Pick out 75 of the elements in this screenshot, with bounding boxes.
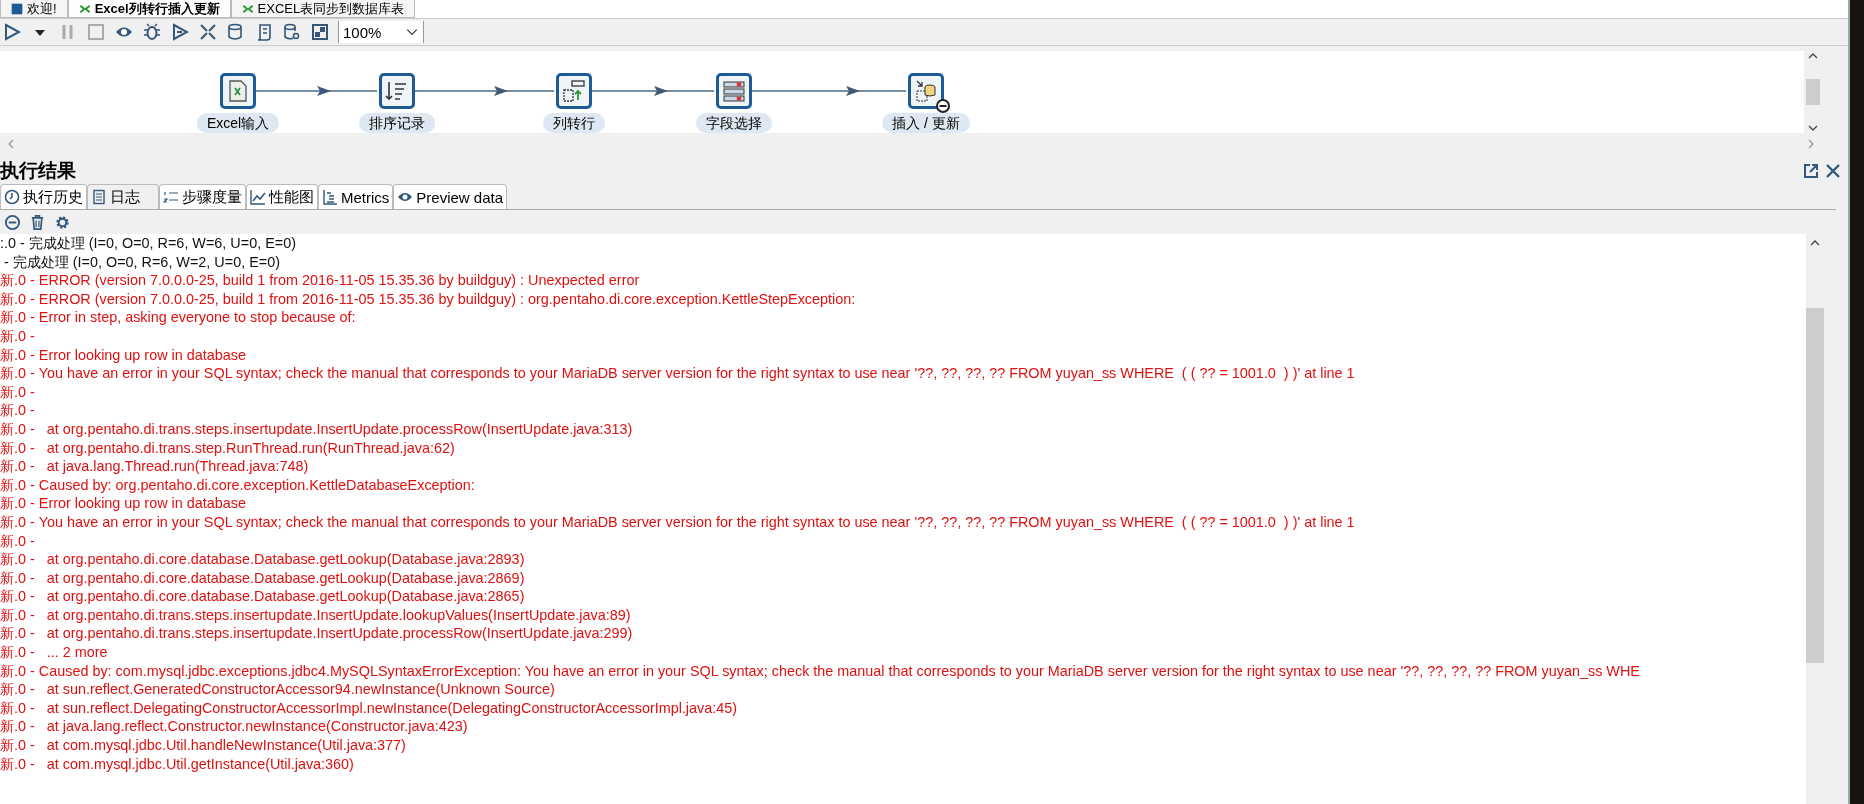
log-line: 新.0 - at java.lang.Thread.run(Thread.java:748) bbox=[0, 457, 310, 476]
close-icon[interactable] bbox=[1824, 162, 1842, 180]
trash-icon[interactable] bbox=[29, 213, 46, 231]
log-line: 新.0 - Caused by: org.pentaho.di.core.exception.KettleDatabaseException: bbox=[0, 475, 476, 495]
step-icon bbox=[914, 79, 938, 103]
zoom-dropdown[interactable]: 100% bbox=[338, 21, 424, 43]
step-node[interactable] bbox=[908, 73, 944, 109]
log-line: 新.0 - ERROR (version 7.0.0.0-25, build 1 from 2016-11-05 15.35.36 by buildguy) : Unexpected error bbox=[0, 271, 641, 290]
log-line: 新.0 - Error looking up row in database bbox=[0, 494, 247, 513]
step-label: 排序记录 bbox=[359, 113, 435, 133]
log-line: 新.0 - at java.lang.reflect.Constructor.newInstance(Constructor.java:423) bbox=[0, 717, 469, 737]
log-line: 新.0 - at org.pentaho.di.core.database.Database.getLookup(Database.java:2865) bbox=[0, 587, 526, 606]
chart-icon bbox=[250, 189, 266, 205]
clock-icon bbox=[4, 189, 20, 205]
editor-tab[interactable]: 欢迎! bbox=[0, 0, 68, 18]
chevron-up-icon[interactable] bbox=[1808, 51, 1818, 61]
log-line: 新.0 - at com.mysql.jdbc.Util.getInstance(Util.java:360) bbox=[0, 754, 355, 774]
step-node[interactable] bbox=[716, 73, 752, 109]
log-line: 新.0 - at org.pentaho.di.trans.steps.insertupdate.InsertUpdate.processRow(InsertUpdate.java:313) bbox=[0, 419, 634, 439]
log-line: 新.0 - at org.pentaho.di.trans.steps.insertupdate.InsertUpdate.lookupValues(InsertUpdate.java:89) bbox=[0, 605, 632, 625]
log-line: 新.0 - at org.pentaho.di.trans.steps.insertupdate.InsertUpdate.processRow(InsertUpdate.java:299) bbox=[0, 624, 634, 644]
step-icon bbox=[562, 79, 586, 103]
log-line: 新.0 - at org.pentaho.di.core.database.Database.getLookup(Database.java:2893) bbox=[0, 550, 526, 569]
log-line: 新.0 - bbox=[0, 382, 36, 402]
result-tab[interactable]: Preview data bbox=[393, 184, 508, 209]
maximize-icon[interactable] bbox=[1802, 162, 1820, 180]
step-icon bbox=[226, 79, 250, 103]
step-label: 字段选择 bbox=[696, 113, 772, 133]
log-line: 新.0 - at sun.reflect.GeneratedConstructorAccessor94.newInstance(Unknown Source) bbox=[0, 680, 556, 699]
panel-title: 执行结果 bbox=[0, 159, 76, 183]
log-line: 新.0 - Error in step, asking everyone to stop because of: bbox=[0, 308, 357, 327]
chevron-up-icon[interactable] bbox=[1810, 238, 1820, 248]
list-icon bbox=[163, 189, 179, 205]
bug-icon[interactable] bbox=[143, 23, 161, 41]
step-label: Excel输入 bbox=[196, 113, 280, 133]
database-search-icon[interactable] bbox=[283, 23, 301, 41]
result-tab[interactable]: Metrics bbox=[318, 184, 394, 209]
log-line: 新.0 - bbox=[0, 401, 36, 420]
step-icon bbox=[385, 79, 409, 103]
log-line: 新.0 - bbox=[0, 531, 36, 551]
log-line: 新.0 - Error looking up row in database bbox=[0, 345, 247, 365]
editor-tab[interactable]: EXCEL表同步到数据库表 bbox=[230, 0, 416, 18]
log-line: 新.0 - at org.pentaho.di.trans.step.RunThread.run(RunThread.java:62) bbox=[0, 438, 456, 458]
grid-icon[interactable] bbox=[311, 23, 329, 41]
step-label: 插入 / 更新 bbox=[882, 113, 970, 133]
minus-circle-icon bbox=[936, 99, 950, 113]
result-tab[interactable]: 性能图 bbox=[246, 184, 318, 209]
log-line: 新.0 - ... 2 more bbox=[0, 643, 109, 662]
document-icon bbox=[91, 189, 107, 205]
run-icon[interactable] bbox=[3, 23, 21, 41]
log-line: 新.0 - ERROR (version 7.0.0.0-25, build 1 from 2016-11-05 15.35.36 by buildguy) : org.pentaho.di.core.exception.KettleStepException: bbox=[0, 289, 857, 309]
step-node[interactable] bbox=[220, 73, 256, 109]
log-line: 新.0 - Caused by: com.mysql.jdbc.exceptions.jdbc4.MySQLSyntaxErrorException: You have an error in your SQL syntax; check the manual that corresponds to your MariaDB server version for the right syntax to use near '??, ??, ??, ?? FROM yuyan_ss WHE bbox=[0, 661, 1641, 681]
step-node[interactable] bbox=[379, 73, 415, 109]
log-line: 新.0 - at com.mysql.jdbc.Util.handleNewInstance(Util.java:377) bbox=[0, 736, 407, 755]
minus-circle-icon[interactable] bbox=[4, 213, 21, 231]
log-line: 新.0 - at org.pentaho.di.core.database.Database.getLookup(Database.java:2869) bbox=[0, 568, 526, 588]
log-line: 新.0 - at sun.reflect.DelegatingConstructorAccessorImpl.newInstance(DelegatingConstructorAccessorImpl.java:45) bbox=[0, 698, 739, 718]
list-icon bbox=[322, 189, 338, 205]
log-line: :.0 - 完成处理 (I=0, O=0, R=6, W=6, U=0, E=0) bbox=[0, 234, 297, 253]
log-line: - 完成处理 (I=0, O=0, R=6, W=2, U=0, E=0) bbox=[3, 252, 281, 272]
step-label: 列转行 bbox=[543, 113, 605, 133]
settings-icon[interactable] bbox=[54, 213, 71, 231]
result-tab[interactable]: 执行历史 bbox=[0, 184, 87, 209]
log-line: 新.0 - You have an error in your SQL syntax; check the manual that corresponds to your MariaDB server version for the right syntax to use near '??, ??, ??, ?? FROM yuyan_ss WHERE ( ( ?? = 1001.0 ) )' at line 1 bbox=[0, 364, 1356, 383]
vertical-scrollbar[interactable] bbox=[1806, 234, 1824, 804]
step-icon bbox=[722, 79, 746, 103]
result-tab[interactable]: 步骤度量 bbox=[159, 184, 246, 209]
result-tab[interactable]: 日志 bbox=[87, 184, 159, 209]
log-line: 新.0 - bbox=[0, 326, 36, 346]
editor-tab[interactable]: Excel列转行插入更新 bbox=[67, 0, 231, 18]
log-line: 新.0 - You have an error in your SQL syntax; check the manual that corresponds to your MariaDB server version for the right syntax to use near '??, ??, ??, ?? FROM yuyan_ss WHERE ( ( ?? = 1001.0 ) )' at line 1 bbox=[0, 512, 1356, 532]
script-icon[interactable] bbox=[255, 23, 273, 41]
chevron-down-icon[interactable] bbox=[1808, 123, 1818, 133]
step-node[interactable] bbox=[556, 73, 592, 109]
